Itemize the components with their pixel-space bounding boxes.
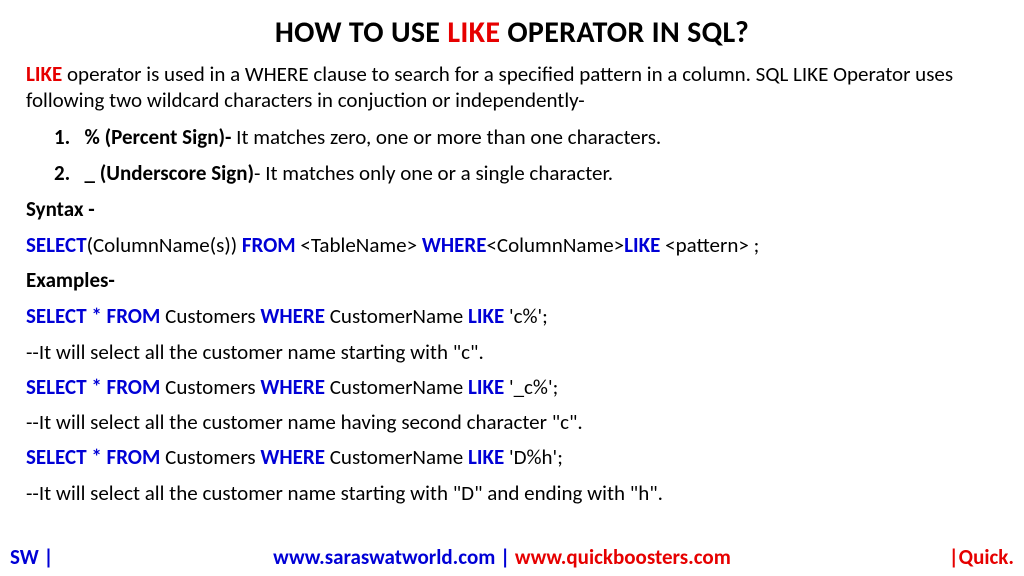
example-2-note: --It will select all the customer name h… (26, 409, 998, 435)
ex2-col: CustomerName (330, 374, 468, 400)
item1-desc: It matches zero, one or more than one ch… (231, 124, 661, 150)
kw-where: WHERE (422, 232, 487, 258)
ex1-table: Customers (165, 303, 260, 329)
example-3: SELECT * FROM Customers WHERE CustomerNa… (26, 444, 998, 470)
ex3-pattern: 'D%h'; (509, 444, 563, 470)
ex3-like: LIKE (468, 444, 509, 470)
ex2-like: LIKE (468, 374, 509, 400)
item2-desc: - It matches only one or a single charac… (254, 160, 613, 186)
ex2-table: Customers (165, 374, 260, 400)
ex1-select: SELECT * FROM (26, 303, 165, 329)
ex2-pattern: '_c%'; (509, 374, 558, 400)
intro-paragraph: LIKE operator is used in a WHERE clause … (26, 61, 998, 114)
syntax-pattern: <pattern> ; (665, 232, 759, 258)
title-post: OPERATOR IN SQL? (500, 14, 749, 51)
ex2-select: SELECT * FROM (26, 374, 165, 400)
example-2: SELECT * FROM Customers WHERE CustomerNa… (26, 374, 998, 400)
kw-from: FROM (242, 232, 301, 258)
syntax-table: <TableName> (300, 232, 421, 258)
item1-label: % (Percent Sign)- (85, 124, 232, 150)
syntax-cols: (ColumnName(s)) (87, 232, 242, 258)
kw-like: LIKE (624, 232, 665, 258)
ex3-where: WHERE (260, 444, 329, 470)
title-like: LIKE (447, 14, 500, 51)
wildcard-item-2: 2. _ (Underscore Sign)- It matches only … (26, 160, 998, 186)
page-title: HOW TO USE LIKE OPERATOR IN SQL? (26, 14, 998, 51)
ex1-like: LIKE (468, 303, 509, 329)
footer-right: |Quick. (934, 544, 1014, 570)
ex3-table: Customers (165, 444, 260, 470)
ex3-select: SELECT * FROM (26, 444, 165, 470)
ex2-where: WHERE (260, 374, 329, 400)
wildcard-item-1: 1. % (Percent Sign)- It matches zero, on… (26, 124, 998, 150)
item1-num: 1. (54, 124, 70, 150)
footer: SW | www.saraswatworld.com | www.quickbo… (0, 544, 1024, 570)
footer-sep: | (495, 544, 514, 570)
footer-site1[interactable]: www.saraswatworld.com (273, 544, 495, 570)
syntax-line: SELECT(ColumnName(s)) FROM <TableName> W… (26, 232, 998, 258)
footer-left: SW | (10, 544, 70, 570)
footer-center: www.saraswatworld.com | www.quickbooster… (70, 544, 934, 570)
ex1-where: WHERE (260, 303, 329, 329)
example-3-note: --It will select all the customer name s… (26, 480, 998, 506)
ex3-col: CustomerName (330, 444, 468, 470)
title-pre: HOW TO USE (275, 14, 447, 51)
footer-site2[interactable]: www.quickboosters.com (515, 544, 731, 570)
syntax-col: <ColumnName> (486, 232, 624, 258)
ex1-pattern: 'c%'; (509, 303, 548, 329)
example-1: SELECT * FROM Customers WHERE CustomerNa… (26, 303, 998, 329)
intro-like: LIKE (26, 61, 62, 87)
kw-select: SELECT (26, 232, 87, 258)
item2-num: 2. (54, 160, 70, 186)
intro-text: operator is used in a WHERE clause to se… (26, 61, 953, 113)
ex1-col: CustomerName (330, 303, 468, 329)
syntax-label: Syntax - (26, 196, 998, 222)
item2-label: _ (Underscore Sign) (85, 160, 255, 186)
example-1-note: --It will select all the customer name s… (26, 339, 998, 365)
examples-label: Examples- (26, 267, 998, 293)
